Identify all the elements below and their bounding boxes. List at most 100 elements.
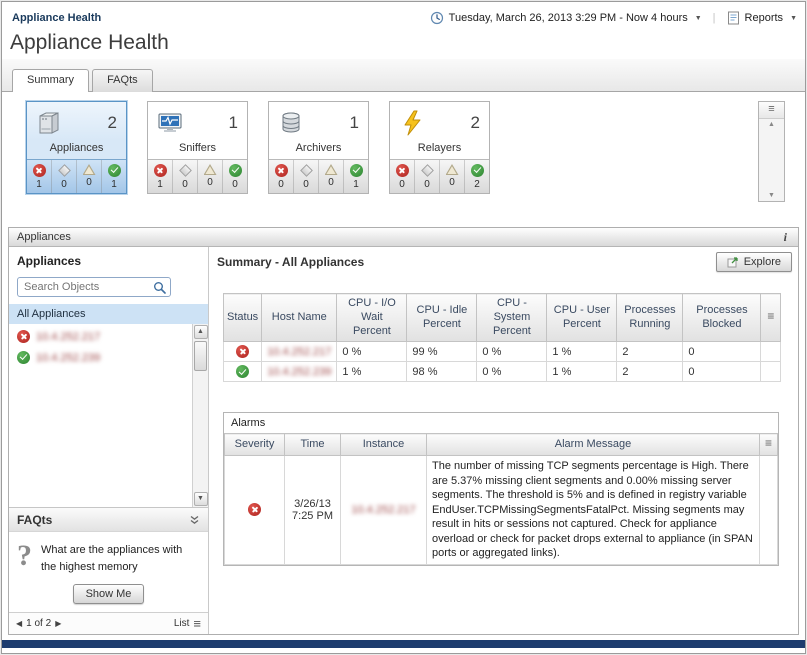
reports-icon <box>727 11 740 25</box>
column-header[interactable]: Alarm Message <box>427 434 760 456</box>
tile-status-strip: 1 0 0 0 <box>148 159 247 193</box>
status-normal-cell[interactable]: 2 <box>465 160 489 193</box>
status-normal-cell[interactable]: 0 <box>223 160 247 193</box>
tile-label: Sniffers <box>148 140 247 159</box>
status-count: 0 <box>232 179 238 190</box>
alarms-title: Alarms <box>224 413 778 433</box>
collapse-chevrons-icon[interactable] <box>189 515 200 525</box>
column-header[interactable]: Host Name <box>262 294 337 342</box>
column-header[interactable]: Status <box>224 294 262 342</box>
scroll-down-icon[interactable]: ▼ <box>194 492 208 506</box>
alarm-instance-redacted[interactable]: 10.4.252.217 <box>351 504 415 516</box>
sidebar-item-all-appliances[interactable]: All Appliances <box>9 304 208 324</box>
tile-label: Archivers <box>269 140 368 159</box>
status-warning-cell[interactable]: 0 <box>319 160 344 193</box>
tile-scroll-track[interactable]: ▲ ▼ <box>759 119 784 201</box>
column-header[interactable]: Time <box>285 434 341 456</box>
appliance-server-icon <box>34 108 64 138</box>
info-icon[interactable]: i <box>781 230 790 245</box>
status-error-cell[interactable]: 0 <box>390 160 415 193</box>
status-normal-cell[interactable]: 1 <box>102 160 126 193</box>
status-normal-cell[interactable]: 1 <box>344 160 368 193</box>
next-page-icon[interactable]: ▶ <box>55 619 61 628</box>
show-me-row: Show Me <box>9 577 208 612</box>
table-row[interactable]: 10.4.252.217 0 % 99 % 0 % 1 % 2 0 <box>224 342 781 362</box>
column-header[interactable]: CPU - I/O Wait Percent <box>337 294 407 342</box>
column-header[interactable]: Instance <box>341 434 427 456</box>
status-fatal-cell[interactable]: 0 <box>415 160 440 193</box>
column-header[interactable]: CPU - Idle Percent <box>407 294 477 342</box>
reports-label: Reports <box>745 12 784 24</box>
scroll-up-icon[interactable]: ▲ <box>194 325 208 339</box>
tab-summary[interactable]: Summary <box>12 69 89 92</box>
status-fatal-cell[interactable]: 0 <box>52 160 77 193</box>
status-error-cell[interactable]: 1 <box>148 160 173 193</box>
error-icon <box>154 164 167 177</box>
tile-relayers[interactable]: 2 Relayers 0 0 0 2 <box>389 101 490 194</box>
status-count: 1 <box>353 179 359 190</box>
scrollbar-thumb[interactable] <box>194 341 207 371</box>
customize-columns-icon[interactable]: ≡ <box>767 309 774 323</box>
host-name-redacted[interactable]: 10.4.252.217 <box>267 346 331 358</box>
status-fatal-cell[interactable]: 0 <box>294 160 319 193</box>
customize-columns-icon[interactable]: ≡ <box>765 436 772 450</box>
scroll-up-icon[interactable]: ▲ <box>768 121 775 128</box>
search-input[interactable] <box>22 280 153 294</box>
list-scrollbar[interactable]: ▲ ▼ <box>192 324 208 507</box>
alarms-panel: Alarms Severity Time Instance Alarm Mess… <box>223 412 779 565</box>
status-warning-cell[interactable]: 0 <box>198 160 223 193</box>
column-header[interactable]: CPU - System Percent <box>477 294 547 342</box>
error-icon <box>396 164 409 177</box>
summary-panel: Summary - All Appliances Explore Status <box>209 247 798 634</box>
sniffer-monitor-icon <box>155 108 185 138</box>
faqts-list-toggle[interactable]: List ≡ <box>174 617 201 630</box>
status-warning-cell[interactable]: 0 <box>440 160 465 193</box>
customize-columns-header: ≡ <box>761 294 781 342</box>
tab-faqts[interactable]: FAQts <box>92 69 153 92</box>
cell-proc-running: 2 <box>617 362 683 382</box>
tile-appliances[interactable]: 2 Appliances 1 0 0 1 <box>26 101 127 194</box>
alarm-message: The number of missing TCP segments perce… <box>427 456 760 565</box>
tile-label: Relayers <box>390 140 489 159</box>
column-header[interactable]: Processes Blocked <box>683 294 761 342</box>
status-count: 0 <box>399 179 405 190</box>
column-header[interactable]: CPU - User Percent <box>547 294 617 342</box>
fatal-diamond-icon <box>300 164 313 177</box>
status-warning-cell[interactable]: 0 <box>77 160 102 193</box>
list-item[interactable]: 10.4.252.239 <box>9 345 191 366</box>
list-item[interactable]: 10.4.252.217 <box>9 324 191 345</box>
cell-user: 1 % <box>547 342 617 362</box>
cell-proc-blocked: 0 <box>683 362 761 382</box>
tile-sniffers[interactable]: 1 Sniffers 1 0 0 0 <box>147 101 248 194</box>
status-fatal-cell[interactable]: 0 <box>173 160 198 193</box>
tile-count: 1 <box>350 113 359 133</box>
tile-count: 1 <box>229 113 238 133</box>
explore-button[interactable]: Explore <box>716 252 792 272</box>
list-icon: ≡ <box>193 617 201 630</box>
tile-options-icon[interactable]: ≡ <box>759 102 784 119</box>
search-icon[interactable] <box>153 281 166 294</box>
list-toggle-label: List <box>174 618 190 629</box>
page-title: Appliance Health <box>10 31 805 59</box>
reports-menu[interactable]: Reports ▼ <box>727 11 797 25</box>
column-header[interactable]: Processes Running <box>617 294 683 342</box>
scroll-down-icon[interactable]: ▼ <box>768 192 775 199</box>
status-error-cell[interactable]: 0 <box>269 160 294 193</box>
column-header[interactable]: Severity <box>225 434 285 456</box>
breadcrumb[interactable]: Appliance Health <box>12 12 101 24</box>
alarm-row[interactable]: 3/26/13 7:25 PM 10.4.252.217 The number … <box>225 456 778 565</box>
status-count: 0 <box>278 179 284 190</box>
show-me-button[interactable]: Show Me <box>73 584 145 604</box>
status-error-cell[interactable]: 1 <box>27 160 52 193</box>
cell-system: 0 % <box>477 362 547 382</box>
appliance-host-redacted: 10.4.252.239 <box>36 352 100 364</box>
tile-archivers[interactable]: 1 Archivers 0 0 0 1 <box>268 101 369 194</box>
time-range-control[interactable]: Tuesday, March 26, 2013 3:29 PM - Now 4 … <box>430 11 702 25</box>
prev-page-icon[interactable]: ◀ <box>16 619 22 628</box>
cell-proc-blocked: 0 <box>683 342 761 362</box>
host-name-redacted[interactable]: 10.4.252.239 <box>267 366 331 378</box>
table-row[interactable]: 10.4.252.239 1 % 98 % 0 % 1 % 2 0 <box>224 362 781 382</box>
appliance-host-redacted: 10.4.252.217 <box>36 331 100 343</box>
appliance-health-page: Appliance Health Tuesday, March 26, 2013… <box>1 1 806 654</box>
cell-io-wait: 1 % <box>337 362 407 382</box>
